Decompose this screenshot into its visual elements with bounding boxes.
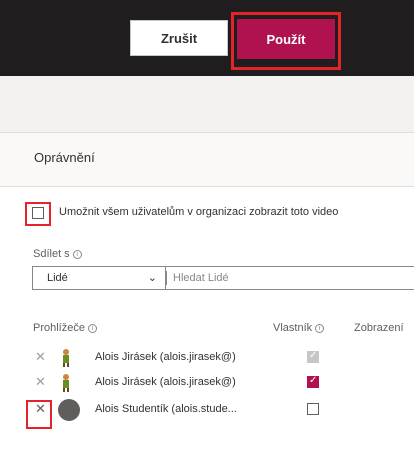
close-icon[interactable]: ✕ — [35, 374, 46, 390]
allow-all-checkbox[interactable] — [32, 207, 44, 219]
people-search-input[interactable]: Hledat Lidé — [166, 266, 414, 290]
check-icon: ✓ — [309, 375, 318, 386]
owner-checkbox: ✓ — [307, 350, 319, 363]
table-row: ✕ Alois Jirásek (alois.jirasek@) ✓ — [0, 347, 414, 371]
cancel-button[interactable]: Zrušit — [130, 20, 228, 56]
chevron-down-icon: ⌄ — [147, 272, 157, 284]
permissions-title: Oprávnění — [34, 150, 95, 165]
generic-avatar-icon — [58, 399, 80, 421]
owner-checkbox[interactable] — [307, 403, 319, 415]
check-icon: ✓ — [309, 350, 318, 361]
dropdown-value: Lidé — [47, 272, 68, 284]
person-figure-icon — [63, 374, 69, 392]
info-icon[interactable]: i — [315, 323, 325, 333]
close-icon[interactable]: ✕ — [35, 349, 46, 365]
allow-all-label: Umožnit všem uživatelům v organizaci zob… — [59, 206, 339, 218]
apply-button[interactable]: Použít — [237, 19, 335, 59]
viewers-column-label: Prohlížeče — [33, 322, 85, 334]
owner-column-label: Vlastník — [273, 322, 313, 334]
info-icon[interactable]: i — [72, 249, 82, 259]
remove-user-highlight — [26, 400, 52, 429]
share-type-dropdown[interactable]: Lidé ⌄ — [32, 266, 166, 290]
view-column-label: Zobrazení — [354, 322, 404, 334]
viewers-column-header: Prohlížeče i — [33, 322, 97, 334]
info-icon[interactable]: i — [87, 323, 97, 333]
search-placeholder: Hledat Lidé — [173, 272, 229, 284]
owner-column-header: Vlastník i — [273, 322, 325, 334]
share-with-text: Sdílet s — [33, 248, 70, 260]
table-row: ✕ Alois Jirásek (alois.jirasek@) ✓ — [0, 372, 414, 396]
share-with-label: Sdílet s i — [33, 248, 82, 260]
person-figure-icon — [63, 349, 69, 367]
user-name: Alois Jirásek (alois.jirasek@) — [95, 351, 236, 363]
subheader-band — [0, 76, 414, 132]
owner-checkbox[interactable]: ✓ — [307, 375, 319, 388]
user-name: Alois Studentík (alois.stude... — [95, 403, 237, 415]
user-name: Alois Jirásek (alois.jirasek@) — [95, 376, 236, 388]
view-column-header: Zobrazení — [354, 322, 404, 334]
table-row: ✕ Alois Studentík (alois.stude... — [0, 399, 414, 423]
